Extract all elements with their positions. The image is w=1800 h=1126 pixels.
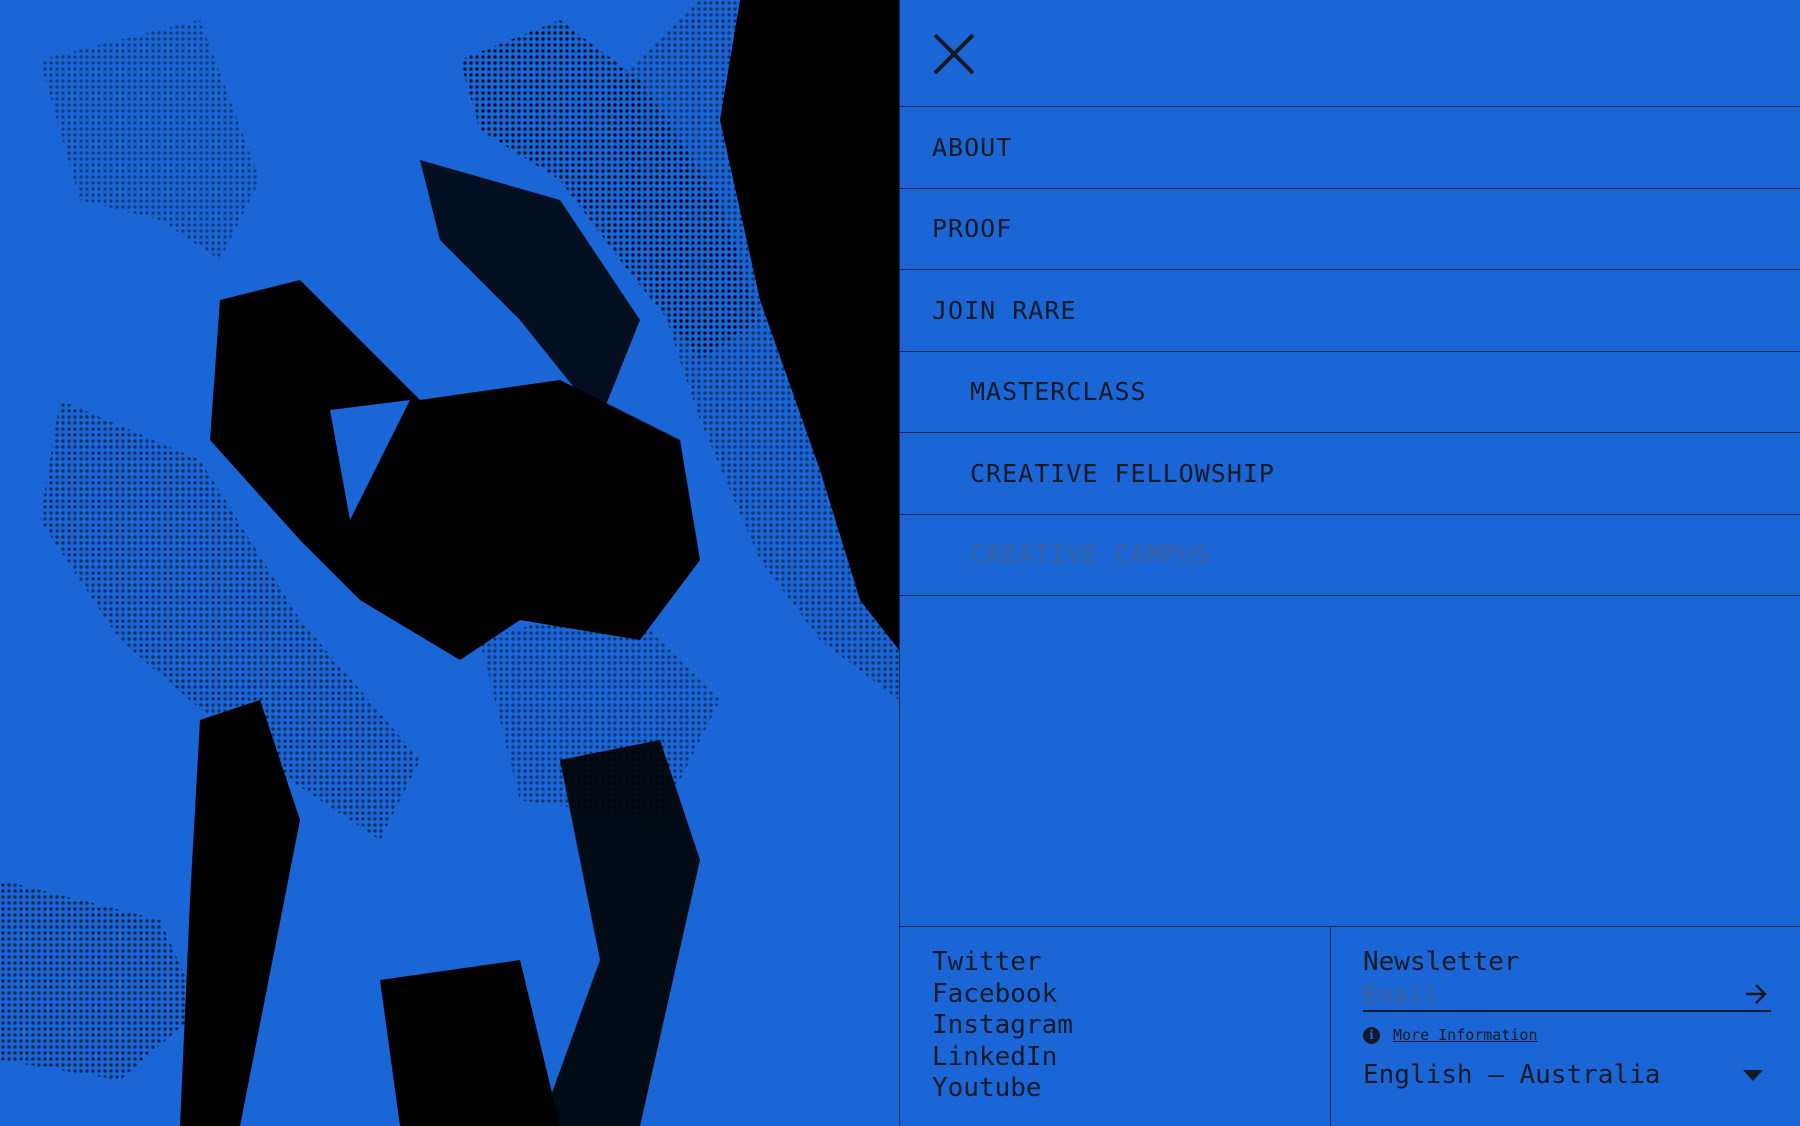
more-info-row: i More Information	[1363, 1026, 1771, 1044]
nav-item-label: PROOF	[932, 214, 1013, 244]
social-link-facebook[interactable]: Facebook	[932, 979, 1298, 1011]
nav-item-join-rare[interactable]: JOIN RARE	[900, 270, 1800, 352]
caret-down-icon	[1743, 1069, 1763, 1081]
nav-item-creative-fellowship[interactable]: CREATIVE FELLOWSHIP	[900, 433, 1800, 515]
main-nav: ABOUT PROOF JOIN RARE MASTERCLASS CREATI…	[900, 107, 1800, 596]
close-icon[interactable]	[932, 32, 974, 74]
menu-footer: Twitter Facebook Instagram LinkedIn Yout…	[900, 926, 1800, 1126]
nav-item-label: CREATIVE FELLOWSHIP	[970, 458, 1275, 488]
nav-item-masterclass[interactable]: MASTERCLASS	[900, 352, 1800, 433]
language-label: English — Australia	[1363, 1060, 1661, 1090]
social-link-twitter[interactable]: Twitter	[932, 947, 1298, 979]
halftone-image	[0, 0, 899, 1126]
nav-item-label: ABOUT	[932, 132, 1013, 162]
nav-item-label: JOIN RARE	[932, 295, 1077, 325]
nav-item-label: MASTERCLASS	[970, 377, 1147, 407]
newsletter-section: Newsletter i More Information English — …	[1331, 927, 1800, 1126]
email-row	[1363, 978, 1771, 1012]
social-links: Twitter Facebook Instagram LinkedIn Yout…	[900, 927, 1331, 1126]
arrow-right-icon[interactable]	[1741, 980, 1771, 1008]
nav-item-label: CREATIVE CAMPUS	[970, 540, 1211, 570]
more-information-link[interactable]: More Information	[1393, 1026, 1538, 1044]
email-field[interactable]	[1363, 979, 1741, 1009]
social-link-instagram[interactable]: Instagram	[932, 1010, 1298, 1042]
hero-photo	[0, 0, 899, 1126]
nav-item-creative-campus[interactable]: CREATIVE CAMPUS	[900, 515, 1800, 596]
newsletter-title: Newsletter	[1363, 947, 1520, 977]
social-link-youtube[interactable]: Youtube	[932, 1073, 1298, 1105]
language-select[interactable]: English — Australia	[1363, 1060, 1771, 1090]
nav-item-about[interactable]: ABOUT	[900, 107, 1800, 189]
info-icon: i	[1363, 1026, 1380, 1044]
menu-header	[900, 0, 1800, 107]
nav-item-proof[interactable]: PROOF	[900, 189, 1800, 270]
menu-panel: ABOUT PROOF JOIN RARE MASTERCLASS CREATI…	[899, 0, 1800, 1126]
social-link-linkedin[interactable]: LinkedIn	[932, 1042, 1298, 1074]
